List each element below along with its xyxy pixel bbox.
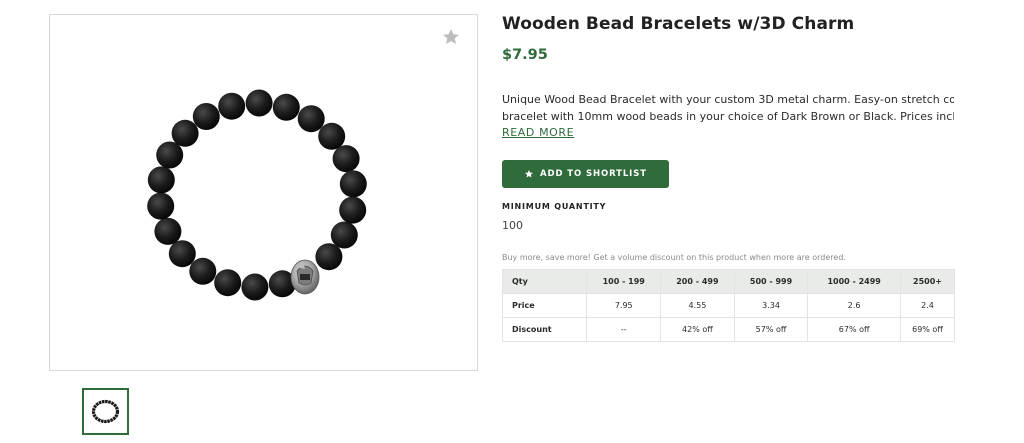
table-header-row: Qty 100 - 199 200 - 499 500 - 999 1000 -… [501, 269, 956, 294]
bead [168, 240, 196, 268]
bead [147, 192, 175, 220]
table-header-cell: 200 - 499 [660, 269, 735, 294]
table-cell: 69% off [899, 317, 956, 342]
volume-pricing-table: Qty 100 - 199 200 - 499 500 - 999 1000 -… [501, 269, 956, 342]
bead [241, 273, 269, 301]
table-header-cell: 100 - 199 [586, 269, 662, 294]
product-price: $7.95 [502, 47, 548, 63]
bead [156, 141, 184, 169]
description-line: Unique Wood Bead Bracelet with your cust… [502, 93, 954, 106]
volume-discount-note: Buy more, save more! Get a volume discou… [502, 253, 846, 262]
table-cell: 3.34 [733, 293, 809, 318]
bead [318, 122, 346, 150]
table-header-cell: 500 - 999 [733, 269, 809, 294]
minimum-quantity-value: 100 [502, 219, 523, 232]
read-more-link[interactable]: READ MORE [502, 126, 574, 139]
table-cell: 67% off [807, 317, 901, 342]
star-icon [525, 170, 534, 178]
table-cell: 2.4 [899, 293, 956, 318]
table-header-cell: 1000 - 2499 [807, 269, 901, 294]
bead [214, 269, 242, 297]
bracelet-image [147, 89, 367, 301]
table-row: Discount -- 42% off 57% off 67% off 69% … [501, 317, 956, 342]
table-cell: 4.55 [660, 293, 735, 318]
table-row: Price 7.95 4.55 3.34 2.6 2.4 [501, 293, 956, 318]
table-header-cell: 2500+ [899, 269, 956, 294]
product-image-frame [49, 14, 478, 371]
bead [332, 145, 360, 173]
bead [147, 166, 175, 194]
table-row-header: Discount [501, 317, 588, 342]
table-cell: 7.95 [586, 293, 662, 318]
bead [315, 243, 343, 271]
bead [192, 103, 220, 130]
product-description: Unique Wood Bead Bracelet with your cust… [502, 91, 954, 125]
bead [272, 93, 300, 121]
bead [297, 105, 325, 133]
bead [218, 92, 246, 120]
description-line: bracelet with 10mm wood beads in your ch… [502, 110, 954, 123]
bead [154, 217, 182, 245]
table-row-header: Price [501, 293, 588, 318]
bead [245, 89, 273, 117]
add-to-shortlist-button[interactable]: ADD TO SHORTLIST [502, 160, 669, 188]
bead [339, 196, 367, 224]
favorite-star-icon[interactable] [441, 27, 461, 47]
table-header-cell: Qty [501, 269, 588, 294]
bead [339, 170, 367, 198]
table-cell: 57% off [733, 317, 809, 342]
bead [171, 119, 199, 147]
minimum-quantity-label: MINIMUM QUANTITY [502, 202, 607, 211]
bead [330, 221, 358, 249]
add-to-shortlist-label: ADD TO SHORTLIST [540, 169, 647, 179]
table-cell: -- [586, 317, 662, 342]
product-title: Wooden Bead Bracelets w/3D Charm [502, 14, 855, 34]
bead [189, 257, 217, 285]
table-cell: 2.6 [807, 293, 901, 318]
thumbnail-image[interactable] [82, 388, 129, 435]
table-cell: 42% off [660, 317, 735, 342]
